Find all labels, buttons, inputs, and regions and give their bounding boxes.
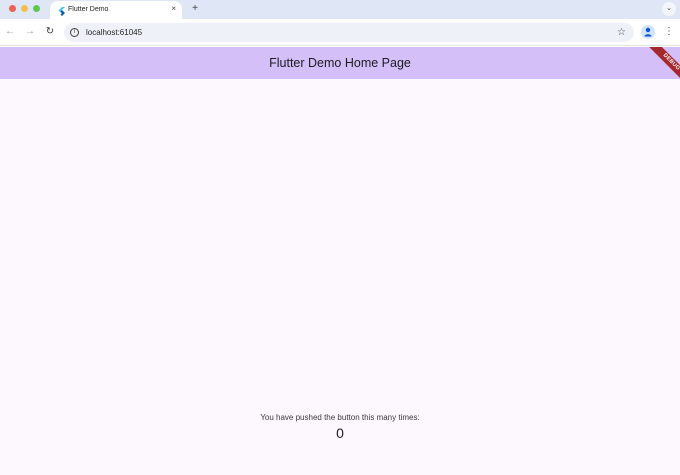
app-bar: Flutter Demo Home Page	[0, 47, 680, 79]
bookmark-star-icon[interactable]: ☆	[617, 26, 626, 39]
site-info-icon[interactable]: i	[70, 28, 79, 37]
tab-strip: Flutter Demo × + ⌄	[0, 0, 680, 19]
page-title: Flutter Demo Home Page	[269, 56, 411, 70]
flutter-logo-icon	[56, 4, 67, 16]
new-tab-button[interactable]: +	[188, 1, 202, 17]
tab-close-icon[interactable]: ×	[171, 3, 176, 15]
browser-tab[interactable]: Flutter Demo ×	[50, 1, 182, 19]
maximize-window-button[interactable]	[33, 5, 40, 12]
browser-toolbar: ← → ↻ i ☆ ⋮	[0, 19, 680, 46]
tab-search-button[interactable]: ⌄	[662, 2, 676, 16]
counter-value: 0	[336, 425, 344, 441]
minimize-window-button[interactable]	[21, 5, 28, 12]
tab-title: Flutter Demo	[68, 6, 109, 13]
flutter-app: Flutter Demo Home Page DEBUG You have pu…	[0, 47, 680, 475]
counter-label: You have pushed the button this many tim…	[260, 413, 420, 422]
forward-button[interactable]: →	[24, 26, 36, 38]
back-button[interactable]: ←	[4, 26, 16, 38]
person-icon	[644, 27, 652, 37]
profile-avatar-button[interactable]	[641, 25, 655, 39]
close-window-button[interactable]	[9, 5, 16, 12]
reload-button[interactable]: ↻	[44, 26, 56, 38]
browser-menu-icon[interactable]: ⋮	[664, 25, 674, 39]
url-input[interactable]	[86, 26, 606, 39]
address-bar[interactable]: i ☆	[64, 23, 634, 42]
